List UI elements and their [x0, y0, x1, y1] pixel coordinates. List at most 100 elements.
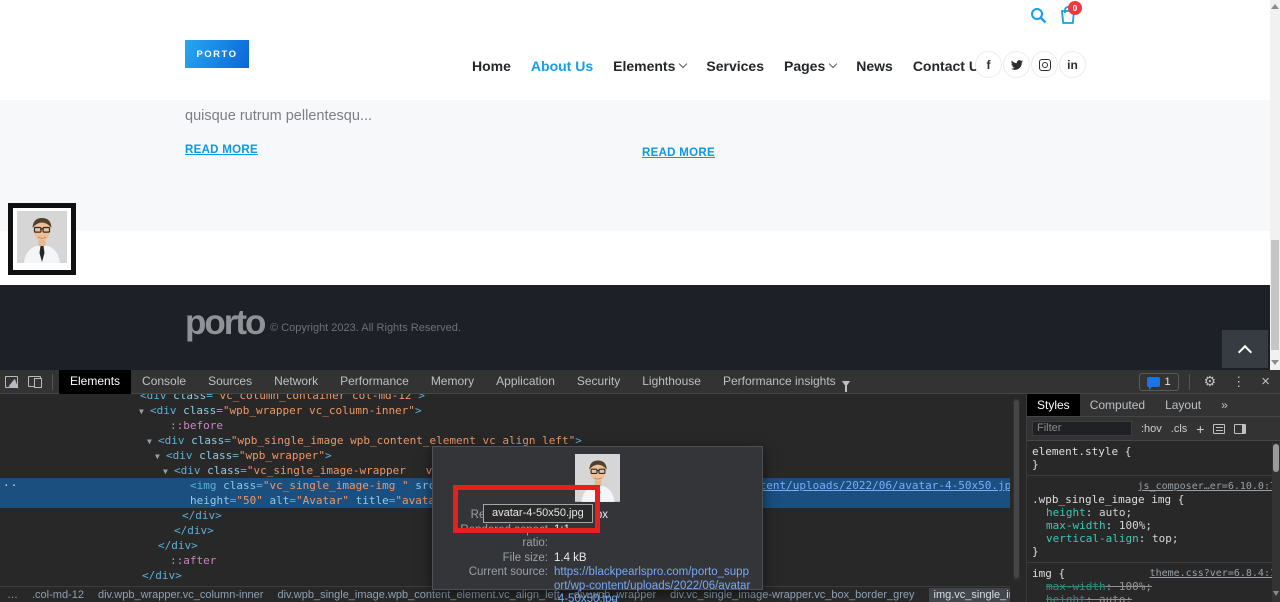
new-style-rule-icon[interactable]: + [1196, 422, 1204, 436]
instagram-icon[interactable] [1031, 51, 1058, 78]
computed-sidebar-toggle-icon[interactable] [1234, 423, 1247, 434]
toggle-element-classes-button[interactable]: .cls [1171, 423, 1188, 435]
nav-item-home[interactable]: Home [472, 58, 511, 74]
code-token: = [232, 449, 239, 462]
nav-item-about-us[interactable]: About Us [531, 58, 593, 74]
css-property[interactable]: max-width: 100%; [1032, 580, 1276, 593]
devtools-tab-memory[interactable]: Memory [420, 370, 485, 394]
nav-item-services[interactable]: Services [706, 58, 764, 74]
twitter-icon[interactable] [1003, 51, 1030, 78]
css-rule: js_composer…er=6.10.0:7 .wpb_single_image… [1027, 476, 1280, 563]
breadcrumb-item[interactable]: … [7, 589, 18, 601]
search-icon[interactable] [1030, 7, 1047, 29]
property-name: max-width [1046, 580, 1106, 593]
css-property[interactable]: vertical-align: top; [1032, 532, 1276, 545]
nav-item-elements[interactable]: Elements [613, 58, 688, 74]
more-options-icon[interactable]: ⋮ [1232, 374, 1245, 390]
tree-row[interactable]: ▼ <div class="wpb_wrapper vc_column-inner… [0, 403, 1010, 418]
read-more-link-1[interactable]: READ MORE [185, 144, 258, 156]
styles-scrollbar-down-arrow-icon[interactable] [1273, 591, 1279, 596]
devtools-tab-performance[interactable]: Performance [329, 370, 420, 394]
expand-arrow-icon[interactable]: ▼ [147, 434, 158, 449]
stylesheet-source-link[interactable]: js_composer…er=6.10.0:7 [1138, 480, 1276, 493]
tree-row[interactable]: <div class="vc_column_container col-md-1… [0, 394, 1010, 403]
styles-tab-computed[interactable]: Computed [1080, 394, 1155, 416]
styles-tab-styles[interactable]: Styles [1027, 394, 1080, 416]
code-token: "wpb_wrapper vc_column-inner" [222, 404, 415, 417]
device-toolbar-icon[interactable] [28, 376, 42, 388]
red-annotation-rectangle [453, 485, 600, 533]
css-property[interactable]: height: auto; [1032, 506, 1276, 519]
devtools-tab-performance-insights[interactable]: Performance insights [712, 370, 861, 394]
rule-close-brace: } [1032, 458, 1039, 471]
css-property[interactable]: height: auto; [1032, 593, 1276, 602]
facebook-icon[interactable]: f [975, 51, 1002, 78]
browser-scrollbar-thumb[interactable] [1271, 240, 1279, 350]
issues-button[interactable]: 1 [1138, 372, 1179, 391]
preview-source-link[interactable]: https://blackpearlspro.com/porto_support… [554, 566, 753, 602]
property-name: vertical-align [1046, 532, 1139, 545]
code-token: > [324, 449, 332, 462]
nav-item-pages[interactable]: Pages [784, 58, 838, 74]
expand-arrow-icon[interactable]: ▼ [163, 464, 174, 479]
styles-tab-more[interactable]: » [1211, 394, 1238, 416]
screenshot-root: PORTO Home About Us Elements Services Pages N… [0, 0, 1280, 602]
devtools-tab-elements[interactable]: Elements [59, 369, 132, 394]
nav-item-label: News [856, 58, 893, 74]
rule-selector[interactable]: element.style { [1032, 445, 1131, 458]
nav-item-label: Home [472, 58, 511, 74]
styles-scrollbar-thumb[interactable] [1273, 444, 1279, 472]
styles-filter-input[interactable]: Filter [1032, 421, 1132, 436]
scrollbar-down-arrow-icon[interactable] [1271, 360, 1279, 365]
issues-bubble-icon [1146, 376, 1160, 390]
code-token: class [191, 434, 225, 447]
preview-row-label: File size: [502, 551, 548, 564]
code-token: "wpb_wrapper" [238, 449, 325, 462]
settings-gear-icon[interactable]: ⚙ [1204, 373, 1217, 390]
code-token: <div [140, 394, 174, 402]
stylesheet-source-link[interactable]: theme.css?ver=6.8.4:1 [1150, 567, 1276, 580]
inspect-element-icon[interactable] [5, 375, 18, 388]
devtools-tab-console[interactable]: Console [131, 370, 197, 394]
styles-sidebar-tabs: Styles Computed Layout» [1027, 394, 1280, 417]
site-logo-text: PORTO [196, 48, 238, 60]
code-token: <div [158, 434, 192, 447]
styles-sidebar: Styles Computed Layout» Filter :hov .cls +… [1026, 394, 1280, 602]
devtools-tab-security[interactable]: Security [566, 370, 631, 394]
css-rules-list: element.style {} js_composer…er=6.10.0:7.… [1027, 441, 1280, 602]
breadcrumb-item[interactable]: .col-md-12 [32, 589, 84, 601]
rule-selector[interactable]: img { [1032, 567, 1065, 580]
close-devtools-icon[interactable]: × [1261, 373, 1270, 390]
tree-scrollbar[interactable] [1013, 398, 1020, 581]
code-token: <div [174, 464, 208, 477]
rendering-emulation-icon[interactable] [1213, 423, 1226, 434]
nav-item-news[interactable]: News [856, 58, 893, 74]
devtools-tab-application[interactable]: Application [485, 370, 566, 394]
devtools-tab-sources[interactable]: Sources [197, 370, 263, 394]
toggle-pseudo-state-button[interactable]: :hov [1141, 423, 1162, 435]
breadcrumb-item[interactable]: div.wpb_wrapper.vc_column-inner [98, 589, 264, 601]
property-name: max-width [1046, 519, 1106, 532]
devtools-tab-network[interactable]: Network [263, 370, 329, 394]
read-more-link-2[interactable]: READ MORE [642, 147, 715, 159]
devtools-tabs: Elements Console Sources Network Performance… [59, 369, 861, 394]
scrollbar-up-arrow-icon[interactable] [1271, 4, 1279, 9]
avatar-image-framed[interactable] [8, 203, 76, 275]
breadcrumb-item[interactable]: img.vc_single_image-img. [928, 587, 1010, 602]
devtools-tab-lighthouse[interactable]: Lighthouse [631, 370, 712, 394]
scroll-to-top-button[interactable] [1222, 330, 1268, 368]
property-name: height [1046, 506, 1086, 519]
row-more-icon[interactable]: ·· [3, 478, 18, 493]
tree-row[interactable]: ::before [0, 418, 1010, 433]
styles-tab-layout[interactable]: Layout [1155, 394, 1211, 416]
site-logo[interactable]: PORTO [185, 40, 249, 68]
devtools-tab-label: Console [142, 374, 187, 388]
linkedin-icon[interactable]: in [1059, 51, 1086, 78]
expand-arrow-icon[interactable]: ▼ [155, 449, 166, 464]
code-token: </div> [174, 524, 214, 537]
expand-arrow-icon[interactable]: ▼ [139, 404, 150, 419]
code-token: <img [190, 479, 224, 492]
css-property[interactable]: max-width: 100%; [1032, 519, 1276, 532]
rule-selector[interactable]: .wpb_single_image img { [1032, 493, 1184, 506]
code-token: "vc_single_image-img " [262, 479, 409, 492]
